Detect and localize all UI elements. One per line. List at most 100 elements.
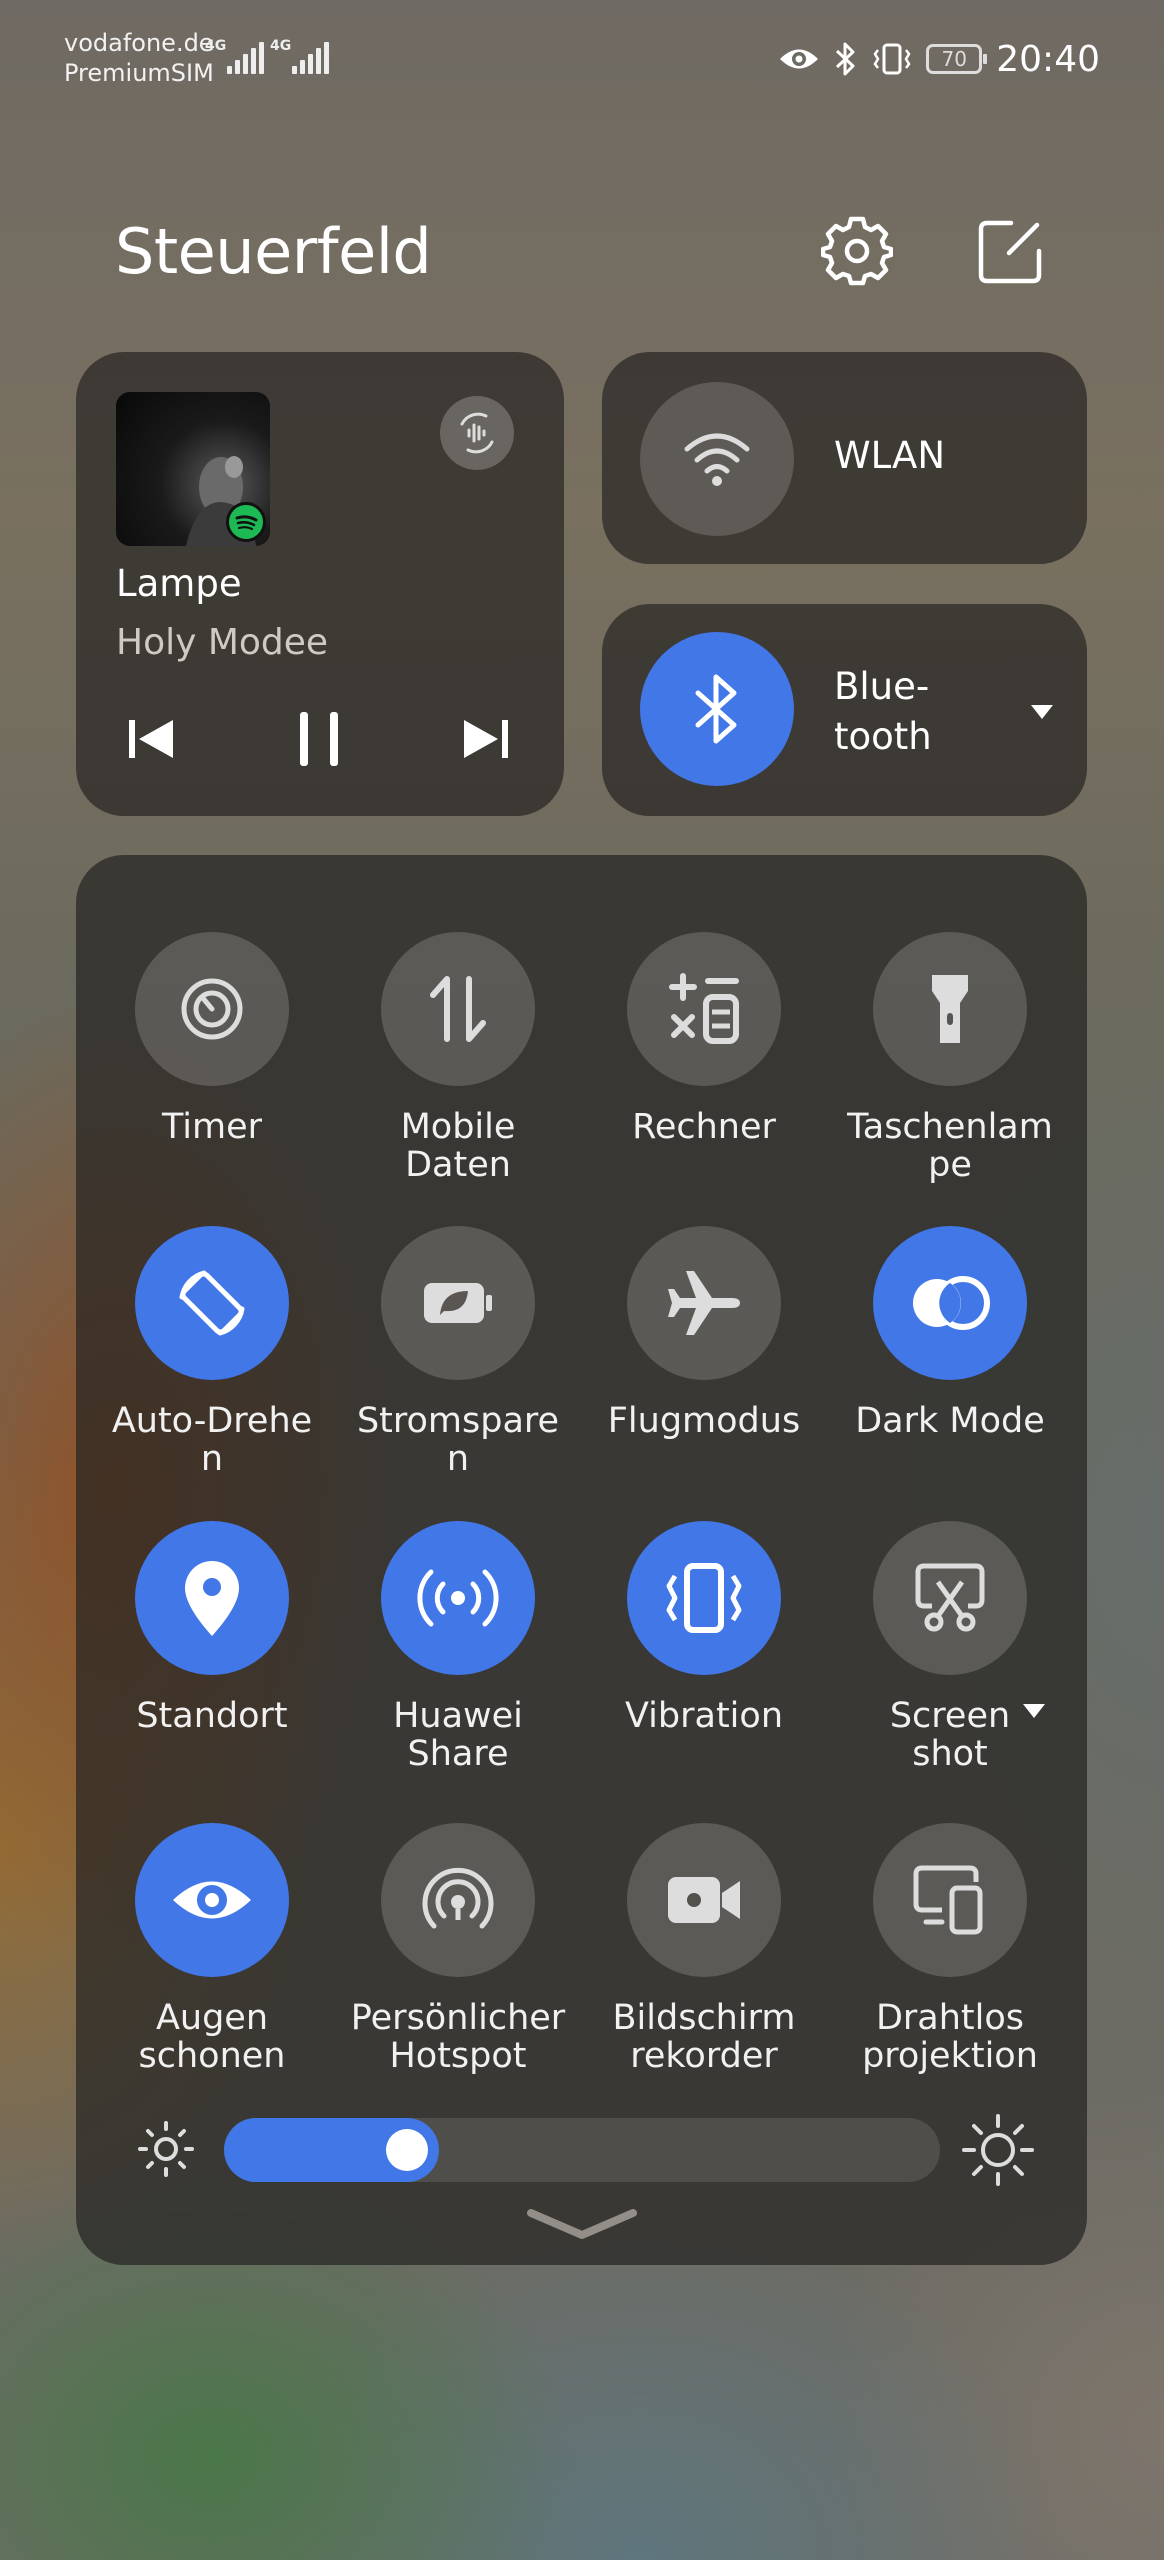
toggle-vibration[interactable]: Vibration: [584, 1521, 824, 1735]
toggle-label: Auto-Drehe n: [111, 1401, 313, 1479]
audio-output-button[interactable]: [440, 396, 514, 470]
toggle-screen-recorder[interactable]: Bildschirm rekorder: [584, 1823, 824, 2075]
toggle-auto-rotate[interactable]: Auto-Drehe n: [92, 1226, 332, 1478]
battery-saver-button[interactable]: [381, 1226, 535, 1380]
next-track-button[interactable]: [451, 704, 521, 774]
toggle-label: Stromspare n: [356, 1401, 560, 1479]
huawei-share-icon: [413, 1558, 503, 1638]
eye-icon: [780, 49, 819, 69]
toggle-label: Drahtlos projektion: [862, 1998, 1038, 2076]
toggle-label: Huawei Share: [393, 1696, 523, 1774]
carrier-name: vodafone.de: [64, 29, 214, 57]
bluetooth-icon: [695, 674, 737, 744]
brightness-knob[interactable]: [386, 2129, 428, 2171]
huawei-share-button[interactable]: [381, 1521, 535, 1675]
timer-icon: [172, 969, 252, 1049]
media-player-card[interactable]: Lampe Holy Modee: [76, 352, 564, 816]
toggle-label: Standort: [136, 1696, 288, 1736]
auto-rotate-icon: [170, 1261, 254, 1345]
toggle-label: Taschenlam pe: [847, 1107, 1053, 1185]
next-icon: [464, 720, 508, 758]
bluetooth-tile[interactable]: Blue- tooth: [602, 604, 1087, 816]
toggle-eye-comfort[interactable]: Augen schonen: [92, 1823, 332, 2075]
mobile-data-button[interactable]: [381, 932, 535, 1086]
screen-recorder-button[interactable]: [627, 1823, 781, 1977]
dark-mode-button[interactable]: [873, 1226, 1027, 1380]
toggle-huawei-share[interactable]: Huawei Share: [338, 1521, 578, 1773]
page-title: Steuerfeld: [115, 215, 432, 288]
hotspot-icon: [418, 1860, 498, 1940]
bluetooth-status-icon: [836, 42, 855, 76]
brightness-fill: [224, 2118, 439, 2182]
auto-rotate-button[interactable]: [135, 1226, 289, 1380]
brightness-high-icon: [960, 2112, 1036, 2188]
screenshot-button[interactable]: [873, 1521, 1027, 1675]
flashlight-icon: [920, 969, 980, 1049]
toggle-airplane[interactable]: Flugmodus: [584, 1226, 824, 1440]
eye-comfort-icon: [167, 1865, 257, 1935]
toggle-hotspot[interactable]: Persönlicher Hotspot: [338, 1823, 578, 2075]
wireless-projection-icon: [908, 1860, 992, 1940]
signal-1-icon: 4G: [205, 38, 265, 74]
toggle-battery-saver[interactable]: Stromspare n: [338, 1226, 578, 1478]
calculator-icon: [664, 969, 744, 1049]
toggle-label: Vibration: [625, 1696, 783, 1736]
screenshot-icon: [910, 1558, 990, 1638]
calculator-button[interactable]: [627, 932, 781, 1086]
toggle-flashlight[interactable]: Taschenlam pe: [830, 932, 1070, 1184]
location-button[interactable]: [135, 1521, 289, 1675]
carrier-sim: PremiumSIM: [64, 59, 214, 87]
toggle-label: Bildschirm rekorder: [612, 1998, 796, 2076]
toggle-label: Augen schonen: [138, 1998, 286, 2076]
airplane-button[interactable]: [627, 1226, 781, 1380]
toggle-label: Persönlicher Hotspot: [350, 1998, 566, 2076]
mobile-data-icon: [423, 969, 493, 1049]
carrier-info: vodafone.de PremiumSIM: [64, 28, 214, 88]
settings-button[interactable]: [812, 207, 902, 297]
chevron-down-icon: [527, 2209, 637, 2239]
collapse-handle[interactable]: [522, 2200, 642, 2250]
album-cover[interactable]: [116, 392, 270, 546]
wifi-icon: [684, 433, 750, 486]
wlan-tile[interactable]: WLAN: [602, 352, 1087, 564]
artist-name: Holy Modee: [116, 622, 329, 663]
audio-output-icon: [460, 412, 494, 454]
edit-icon: [978, 220, 1042, 284]
flashlight-button[interactable]: [873, 932, 1027, 1086]
brightness-low-icon: [134, 2117, 198, 2181]
toggle-wireless-projection[interactable]: Drahtlos projektion: [830, 1823, 1070, 2075]
edit-button[interactable]: [965, 207, 1055, 297]
toggle-label: Flugmodus: [607, 1401, 801, 1441]
toggle-label: Timer: [161, 1107, 263, 1147]
battery-icon: 70: [926, 44, 988, 74]
hotspot-button[interactable]: [381, 1823, 535, 1977]
toggle-calculator[interactable]: Rechner: [584, 932, 824, 1146]
pause-icon: [300, 712, 338, 766]
wlan-toggle[interactable]: [640, 382, 794, 536]
toggle-screenshot[interactable]: Screen shot: [830, 1521, 1070, 1773]
vibration-button[interactable]: [627, 1521, 781, 1675]
bluetooth-expand-button[interactable]: [1022, 692, 1062, 732]
wireless-projection-button[interactable]: [873, 1823, 1027, 1977]
eye-comfort-button[interactable]: [135, 1823, 289, 1977]
vibrate-status-icon: [873, 43, 911, 75]
screen-recorder-icon: [662, 1865, 746, 1935]
dropdown-arrow-icon: [1031, 705, 1053, 719]
dark-mode-icon: [905, 1268, 995, 1338]
toggle-label: Dark Mode: [855, 1401, 1045, 1441]
bluetooth-toggle[interactable]: [640, 632, 794, 786]
toggle-mobile-data[interactable]: Mobile Daten: [338, 932, 578, 1184]
airplane-icon: [662, 1261, 746, 1345]
signal-2-icon: 4G: [270, 38, 330, 74]
previous-icon: [129, 720, 173, 758]
screenshot-options-arrow-icon[interactable]: [1022, 1703, 1046, 1723]
toggle-location[interactable]: Standort: [92, 1521, 332, 1735]
status-icons: 70 20:40: [778, 34, 1100, 84]
location-icon: [177, 1556, 247, 1640]
timer-button[interactable]: [135, 932, 289, 1086]
previous-track-button[interactable]: [116, 704, 186, 774]
toggle-dark-mode[interactable]: Dark Mode: [830, 1226, 1070, 1440]
bluetooth-label: Blue- tooth: [834, 665, 932, 758]
toggle-timer[interactable]: Timer: [92, 932, 332, 1146]
pause-button[interactable]: [284, 704, 354, 774]
